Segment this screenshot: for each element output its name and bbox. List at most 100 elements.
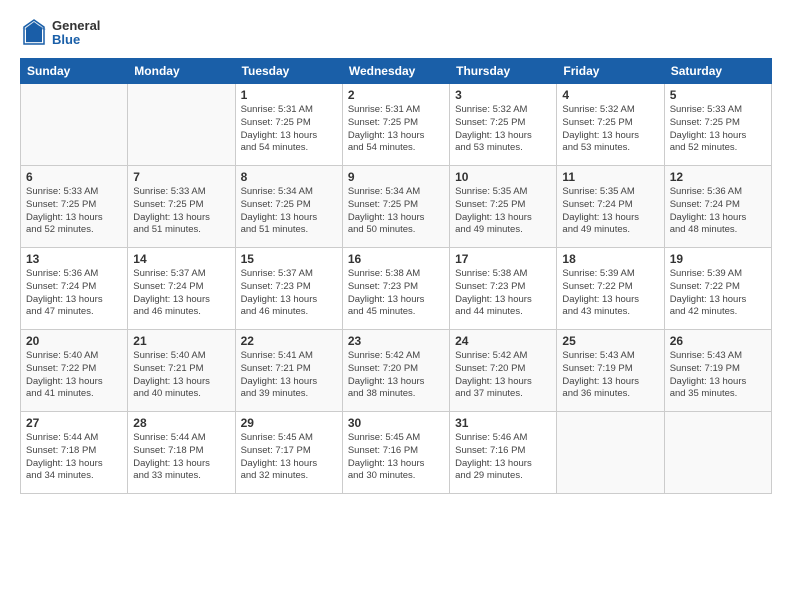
day-info: Sunrise: 5:46 AM Sunset: 7:16 PM Dayligh… <box>455 432 551 483</box>
day-number: 16 <box>348 252 444 266</box>
day-info: Sunrise: 5:33 AM Sunset: 7:25 PM Dayligh… <box>670 104 766 155</box>
calendar-day: 16Sunrise: 5:38 AM Sunset: 7:23 PM Dayli… <box>342 248 449 330</box>
calendar-day: 17 Sunrise: 5:38 AM Sunset: 7:23 PM Dayli… <box>450 248 557 330</box>
svg-text:Blue: Blue <box>52 32 80 47</box>
weekday-header: Monday <box>128 59 235 84</box>
day-info: Sunrise: 5:37 AM Sunset: 7:23 PM Dayligh… <box>241 268 337 319</box>
day-info: Sunrise: 5:35 AM Sunset: 7:25 PM Dayligh… <box>455 186 551 237</box>
calendar-day: 1 Sunrise: 5:31 AM Sunset: 7:25 PM Daylig… <box>235 84 342 166</box>
day-info: Sunrise: 5:44 AM Sunset: 7:18 PM Dayligh… <box>26 432 122 483</box>
weekday-header: Sunday <box>21 59 128 84</box>
day-number: 28 <box>133 416 229 430</box>
calendar-day: 26Sunrise: 5:43 AM Sunset: 7:19 PM Dayli… <box>664 330 771 412</box>
day-info: Sunrise: 5:31 AM Sunset: 7:25 PM Dayligh… <box>348 104 444 155</box>
day-info: Sunrise: 5:45 AM Sunset: 7:16 PM Dayligh… <box>348 432 444 483</box>
day-info: Sunrise: 5:43 AM Sunset: 7:19 PM Dayligh… <box>670 350 766 401</box>
day-info: Sunrise: 5:43 AM Sunset: 7:19 PM Dayligh… <box>562 350 658 401</box>
day-info: Sunrise: 5:32 AM Sunset: 7:25 PM Dayligh… <box>455 104 551 155</box>
day-info: Sunrise: 5:42 AM Sunset: 7:20 PM Dayligh… <box>455 350 551 401</box>
day-number: 3 <box>455 88 551 102</box>
day-number: 2 <box>348 88 444 102</box>
day-number: 10 <box>455 170 551 184</box>
calendar-day: 14Sunrise: 5:37 AM Sunset: 7:24 PM Dayli… <box>128 248 235 330</box>
calendar-day: 23 Sunrise: 5:42 AM Sunset: 7:20 PM Dayli… <box>342 330 449 412</box>
weekday-header: Wednesday <box>342 59 449 84</box>
calendar-day: 27 Sunrise: 5:44 AM Sunset: 7:18 PM Dayli… <box>21 412 128 494</box>
calendar-day: 29Sunrise: 5:45 AM Sunset: 7:17 PM Dayli… <box>235 412 342 494</box>
calendar-day: 6 Sunrise: 5:33 AM Sunset: 7:25 PM Daylig… <box>21 166 128 248</box>
page: General Blue SundayMondayTuesdayWednesda… <box>0 0 792 612</box>
day-info: Sunrise: 5:37 AM Sunset: 7:24 PM Dayligh… <box>133 268 229 319</box>
day-info: Sunrise: 5:40 AM Sunset: 7:22 PM Dayligh… <box>26 350 122 401</box>
calendar-day: 21Sunrise: 5:40 AM Sunset: 7:21 PM Dayli… <box>128 330 235 412</box>
day-number: 17 <box>455 252 551 266</box>
calendar-day: 15 Sunrise: 5:37 AM Sunset: 7:23 PM Dayli… <box>235 248 342 330</box>
day-number: 22 <box>241 334 337 348</box>
weekday-header: Thursday <box>450 59 557 84</box>
calendar-day: 22Sunrise: 5:41 AM Sunset: 7:21 PM Dayli… <box>235 330 342 412</box>
day-number: 25 <box>562 334 658 348</box>
day-number: 13 <box>26 252 122 266</box>
calendar-day: 10 Sunrise: 5:35 AM Sunset: 7:25 PM Dayli… <box>450 166 557 248</box>
day-info: Sunrise: 5:35 AM Sunset: 7:24 PM Dayligh… <box>562 186 658 237</box>
logo-icon <box>20 18 48 46</box>
day-info: Sunrise: 5:32 AM Sunset: 7:25 PM Dayligh… <box>562 104 658 155</box>
calendar-day <box>557 412 664 494</box>
day-info: Sunrise: 5:34 AM Sunset: 7:25 PM Dayligh… <box>348 186 444 237</box>
day-info: Sunrise: 5:34 AM Sunset: 7:25 PM Dayligh… <box>241 186 337 237</box>
weekday-header: Saturday <box>664 59 771 84</box>
day-number: 31 <box>455 416 551 430</box>
calendar-week: 13 Sunrise: 5:36 AM Sunset: 7:24 PM Dayli… <box>21 248 772 330</box>
calendar-day: 8 Sunrise: 5:34 AM Sunset: 7:25 PM Daylig… <box>235 166 342 248</box>
day-number: 6 <box>26 170 122 184</box>
day-number: 5 <box>670 88 766 102</box>
day-info: Sunrise: 5:33 AM Sunset: 7:25 PM Dayligh… <box>133 186 229 237</box>
day-info: Sunrise: 5:44 AM Sunset: 7:18 PM Dayligh… <box>133 432 229 483</box>
day-number: 27 <box>26 416 122 430</box>
calendar-day: 18 Sunrise: 5:39 AM Sunset: 7:22 PM Dayli… <box>557 248 664 330</box>
calendar-day: 13 Sunrise: 5:36 AM Sunset: 7:24 PM Dayli… <box>21 248 128 330</box>
day-number: 21 <box>133 334 229 348</box>
calendar-day <box>21 84 128 166</box>
calendar-week: 6 Sunrise: 5:33 AM Sunset: 7:25 PM Daylig… <box>21 166 772 248</box>
day-info: Sunrise: 5:39 AM Sunset: 7:22 PM Dayligh… <box>670 268 766 319</box>
day-number: 9 <box>348 170 444 184</box>
calendar-day: 5 Sunrise: 5:33 AM Sunset: 7:25 PM Daylig… <box>664 84 771 166</box>
header: General Blue <box>20 16 772 48</box>
weekday-header: Tuesday <box>235 59 342 84</box>
day-number: 12 <box>670 170 766 184</box>
calendar-day: 11 Sunrise: 5:35 AM Sunset: 7:24 PM Dayli… <box>557 166 664 248</box>
svg-text:General: General <box>52 18 100 33</box>
day-number: 24 <box>455 334 551 348</box>
calendar-day <box>128 84 235 166</box>
day-number: 1 <box>241 88 337 102</box>
day-info: Sunrise: 5:31 AM Sunset: 7:25 PM Dayligh… <box>241 104 337 155</box>
day-number: 7 <box>133 170 229 184</box>
day-number: 19 <box>670 252 766 266</box>
day-info: Sunrise: 5:38 AM Sunset: 7:23 PM Dayligh… <box>455 268 551 319</box>
calendar-day: 25 Sunrise: 5:43 AM Sunset: 7:19 PM Dayli… <box>557 330 664 412</box>
day-number: 23 <box>348 334 444 348</box>
day-info: Sunrise: 5:36 AM Sunset: 7:24 PM Dayligh… <box>670 186 766 237</box>
calendar-day: 31 Sunrise: 5:46 AM Sunset: 7:16 PM Dayli… <box>450 412 557 494</box>
calendar-day: 3 Sunrise: 5:32 AM Sunset: 7:25 PM Daylig… <box>450 84 557 166</box>
day-number: 15 <box>241 252 337 266</box>
day-info: Sunrise: 5:45 AM Sunset: 7:17 PM Dayligh… <box>241 432 337 483</box>
day-number: 8 <box>241 170 337 184</box>
calendar-day: 2 Sunrise: 5:31 AM Sunset: 7:25 PM Daylig… <box>342 84 449 166</box>
day-number: 11 <box>562 170 658 184</box>
day-info: Sunrise: 5:42 AM Sunset: 7:20 PM Dayligh… <box>348 350 444 401</box>
calendar-day <box>664 412 771 494</box>
logo-text: General Blue <box>52 16 122 48</box>
logo: General Blue <box>20 16 122 48</box>
day-info: Sunrise: 5:36 AM Sunset: 7:24 PM Dayligh… <box>26 268 122 319</box>
calendar-day: 7 Sunrise: 5:33 AM Sunset: 7:25 PM Daylig… <box>128 166 235 248</box>
day-number: 18 <box>562 252 658 266</box>
calendar-day: 12 Sunrise: 5:36 AM Sunset: 7:24 PM Dayli… <box>664 166 771 248</box>
calendar-week: 20Sunrise: 5:40 AM Sunset: 7:22 PM Dayli… <box>21 330 772 412</box>
day-info: Sunrise: 5:39 AM Sunset: 7:22 PM Dayligh… <box>562 268 658 319</box>
day-info: Sunrise: 5:33 AM Sunset: 7:25 PM Dayligh… <box>26 186 122 237</box>
calendar-week: 27 Sunrise: 5:44 AM Sunset: 7:18 PM Dayli… <box>21 412 772 494</box>
calendar-day: 28 Sunrise: 5:44 AM Sunset: 7:18 PM Dayli… <box>128 412 235 494</box>
calendar-day: 4Sunrise: 5:32 AM Sunset: 7:25 PM Daylig… <box>557 84 664 166</box>
